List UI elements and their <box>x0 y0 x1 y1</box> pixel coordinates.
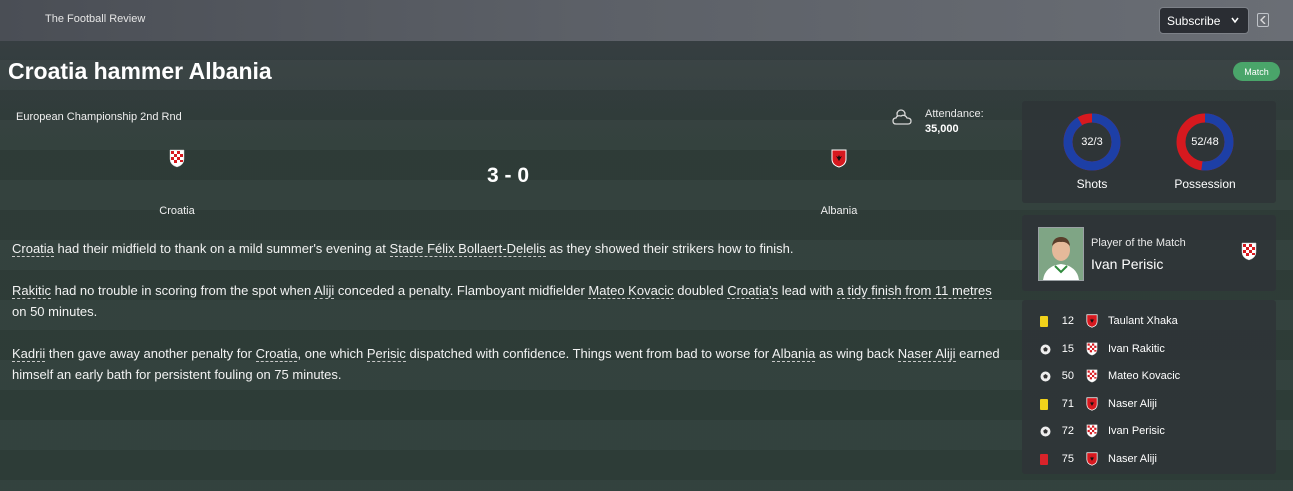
event-player-name[interactable]: Ivan Rakitic <box>1108 343 1165 355</box>
shots-value: 32/3 <box>1081 136 1103 148</box>
match-events-panel: 12 Taulant Xhaka 15 Ivan Rakitic 50 Mateo Kov… <box>1022 300 1276 474</box>
albania-crest-icon <box>1086 314 1098 331</box>
match-event-row[interactable]: 15 Ivan Rakitic <box>1022 340 1276 358</box>
possession-label: Possession <box>1174 177 1236 191</box>
event-player-name[interactable]: Naser Aliji <box>1108 398 1157 410</box>
possession-value: 52/48 <box>1191 136 1219 148</box>
event-player-name[interactable]: Ivan Perisic <box>1108 425 1165 437</box>
player-of-the-match-name[interactable]: Ivan Perisic <box>1091 256 1163 272</box>
competition-name: European Championship 2nd Rnd <box>16 111 182 123</box>
chevron-left-icon <box>1260 16 1266 24</box>
article-paragraph: Rakitic had no trouble in scoring from t… <box>12 280 1002 322</box>
croatia-crest-icon <box>1086 424 1098 441</box>
article-link[interactable]: Rakitic <box>12 283 52 299</box>
event-minute: 75 <box>1061 452 1074 465</box>
shots-donut: 32/3 <box>1063 113 1121 171</box>
collapse-panel-button[interactable] <box>1257 13 1269 27</box>
event-minute: 71 <box>1061 397 1074 410</box>
article-link[interactable]: Kadrii <box>12 346 46 362</box>
event-player-name[interactable]: Naser Aliji <box>1108 453 1157 465</box>
top-bar: The Football Review Subscribe <box>0 0 1293 41</box>
article-link[interactable]: Perisic <box>366 346 406 362</box>
match-event-row[interactable]: 71 Naser Aliji <box>1022 395 1276 413</box>
possession-donut: 52/48 <box>1176 113 1234 171</box>
match-event-row[interactable]: 72 Ivan Perisic <box>1022 422 1276 440</box>
article-text: had no trouble in scoring from the spot … <box>51 283 315 298</box>
event-minute: 15 <box>1061 342 1074 355</box>
publication-title: The Football Review <box>45 13 146 25</box>
article-link[interactable]: Naser Aliji <box>897 346 956 362</box>
possession-stat: 52/48 Possession <box>1155 113 1255 191</box>
player-of-the-match-label: Player of the Match <box>1091 237 1186 249</box>
article-paragraph: Kadrii then gave away another penalty fo… <box>12 343 1002 385</box>
croatia-crest-icon <box>1241 242 1257 266</box>
attendance-info: Attendance: 35,000 <box>925 107 984 137</box>
yellow-card-icon <box>1040 316 1048 330</box>
goal-ball-icon <box>1040 426 1051 440</box>
match-score: 3 - 0 <box>486 164 530 187</box>
article-text: , one which <box>297 346 367 361</box>
yellow-card-icon <box>1040 398 1048 413</box>
albania-crest-icon[interactable] <box>831 149 847 173</box>
article-text: lead with <box>778 283 837 298</box>
croatia-crest-icon[interactable] <box>169 149 185 173</box>
match-event-row[interactable]: 12 Taulant Xhaka <box>1022 312 1276 330</box>
shots-stat: 32/3 Shots <box>1042 113 1142 191</box>
match-stats-panel: 32/3 Shots 52/48 Possession <box>1022 101 1276 203</box>
article-link[interactable]: Mateo Kovacic <box>588 283 674 299</box>
player-of-the-match-panel[interactable]: Player of the Match Ivan Perisic <box>1022 215 1276 291</box>
shots-label: Shots <box>1076 177 1108 191</box>
article-link[interactable]: Stade Félix Bollaert-Delelis <box>389 241 546 257</box>
albania-crest-icon <box>1086 396 1098 414</box>
article-link[interactable]: Croatia <box>255 346 298 362</box>
home-team-name[interactable]: Croatia <box>117 205 237 217</box>
attendance-value: 35,000 <box>925 123 959 135</box>
article-link[interactable]: Croatia's <box>727 283 779 299</box>
article-link[interactable]: Croatia <box>12 241 54 257</box>
article-text: as they showed their strikers how to fin… <box>545 241 794 256</box>
article-text: doubled <box>673 283 728 298</box>
article-text: then gave away another penalty for <box>45 346 256 361</box>
goal-ball-icon <box>1040 371 1051 385</box>
event-minute: 12 <box>1061 315 1074 327</box>
article-headline: Croatia hammer Albania <box>8 58 272 84</box>
goal-ball-icon <box>1040 344 1051 358</box>
croatia-crest-icon <box>1086 369 1098 386</box>
match-tag-badge[interactable]: Match <box>1233 62 1280 81</box>
article-text: conceded a penalty. Flamboyant midfielde… <box>334 283 589 298</box>
article-link[interactable]: Aliji <box>314 283 335 299</box>
red-card-icon <box>1040 453 1048 468</box>
event-player-name[interactable]: Mateo Kovacic <box>1108 370 1180 382</box>
article-link[interactable]: a tidy finish from 11 metres <box>836 283 992 299</box>
albania-crest-icon <box>1086 451 1098 469</box>
article-paragraph: Croatia had their midfield to thank on a… <box>12 238 1002 259</box>
article-link[interactable]: Albania <box>772 346 816 362</box>
match-event-row[interactable]: 50 Mateo Kovacic <box>1022 367 1276 385</box>
article-text: had their midfield to thank on a mild su… <box>53 241 390 256</box>
attendance-label: Attendance: <box>925 108 984 120</box>
article-text: as wing back <box>815 346 898 361</box>
event-minute: 72 <box>1061 425 1074 437</box>
event-player-name[interactable]: Taulant Xhaka <box>1108 315 1178 327</box>
article-text: on 50 minutes. <box>12 304 98 319</box>
article-text: dispatched with confidence. Things went … <box>405 346 773 361</box>
croatia-crest-icon <box>1086 342 1098 359</box>
subscribe-label: Subscribe <box>1167 13 1221 28</box>
match-event-row[interactable]: 75 Naser Aliji <box>1022 450 1276 468</box>
article-body: Croatia had their midfield to thank on a… <box>12 238 1002 406</box>
subscribe-dropdown[interactable]: Subscribe <box>1159 7 1249 34</box>
cloudy-weather-icon <box>892 109 912 125</box>
chevron-down-icon <box>1231 17 1239 24</box>
away-team-name[interactable]: Albania <box>779 205 899 217</box>
event-minute: 50 <box>1061 370 1074 382</box>
player-photo[interactable] <box>1038 227 1084 281</box>
